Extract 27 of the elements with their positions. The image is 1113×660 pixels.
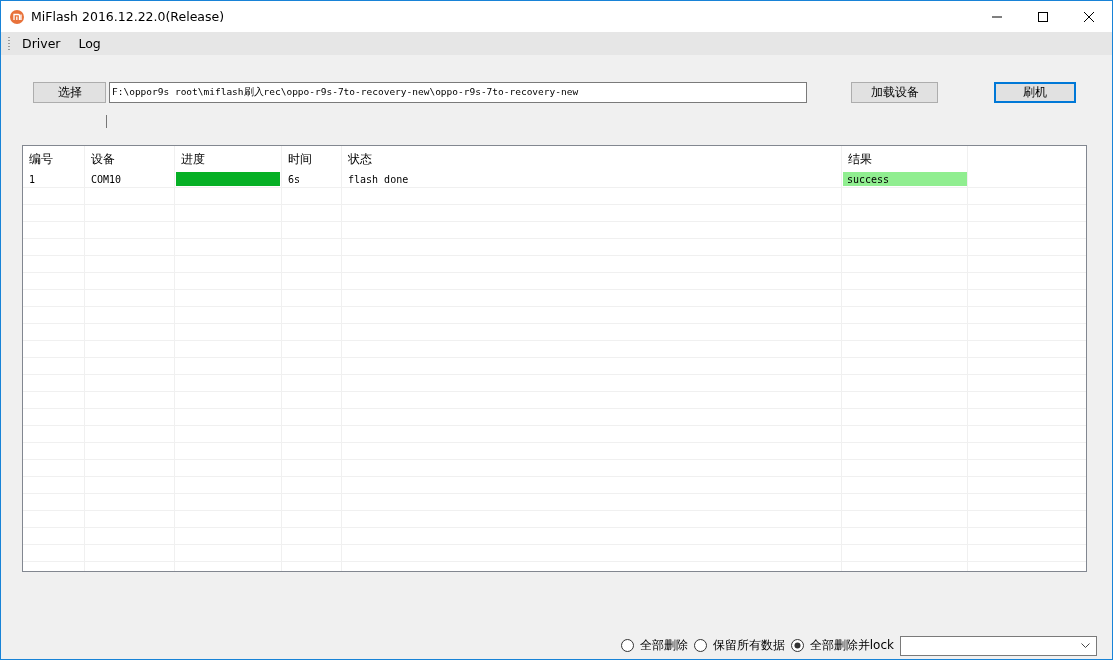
menu-item[interactable]: Driver — [20, 36, 71, 51]
radio-button[interactable] — [693, 639, 707, 652]
result-cell: success — [843, 172, 967, 186]
load-device-button[interactable]: 加载设备 — [851, 81, 938, 103]
column-header[interactable]: 编号 — [29, 151, 53, 168]
column-header[interactable]: 设备 — [91, 151, 115, 168]
app-logo-icon — [10, 9, 24, 24]
table-cell: COM10 — [91, 173, 122, 185]
radio-label[interactable]: 全部删除 — [639, 637, 688, 654]
column-header[interactable]: 时间 — [288, 151, 312, 168]
select-button[interactable]: 选择 — [33, 81, 106, 103]
table-cell: 6s — [288, 173, 301, 185]
column-header[interactable]: 状态 — [348, 151, 372, 168]
flash-button[interactable]: 刷机 — [994, 81, 1076, 103]
column-header[interactable]: 结果 — [848, 151, 872, 168]
table-cell: 1 — [29, 173, 36, 185]
chevron-down-icon — [1081, 642, 1090, 649]
radio-button[interactable] — [620, 639, 634, 652]
column-header[interactable]: 进度 — [181, 151, 205, 168]
menu-item[interactable]: Log — [76, 36, 111, 51]
dropdown[interactable] — [900, 635, 1097, 656]
radio-label[interactable]: 全部删除并lock — [809, 637, 894, 654]
radio-label[interactable]: 保留所有数据 — [712, 637, 785, 654]
path-field[interactable]: F:\oppor9s root\miflash刷入rec\oppo-r9s-7to-recovery-new\oppo-r9s-7to-recovery-new — [109, 81, 807, 103]
window-title: MiFlash 2016.12.22.0(Release) — [31, 9, 225, 24]
table-cell: flash done — [348, 173, 409, 185]
radio-button[interactable] — [790, 639, 804, 652]
